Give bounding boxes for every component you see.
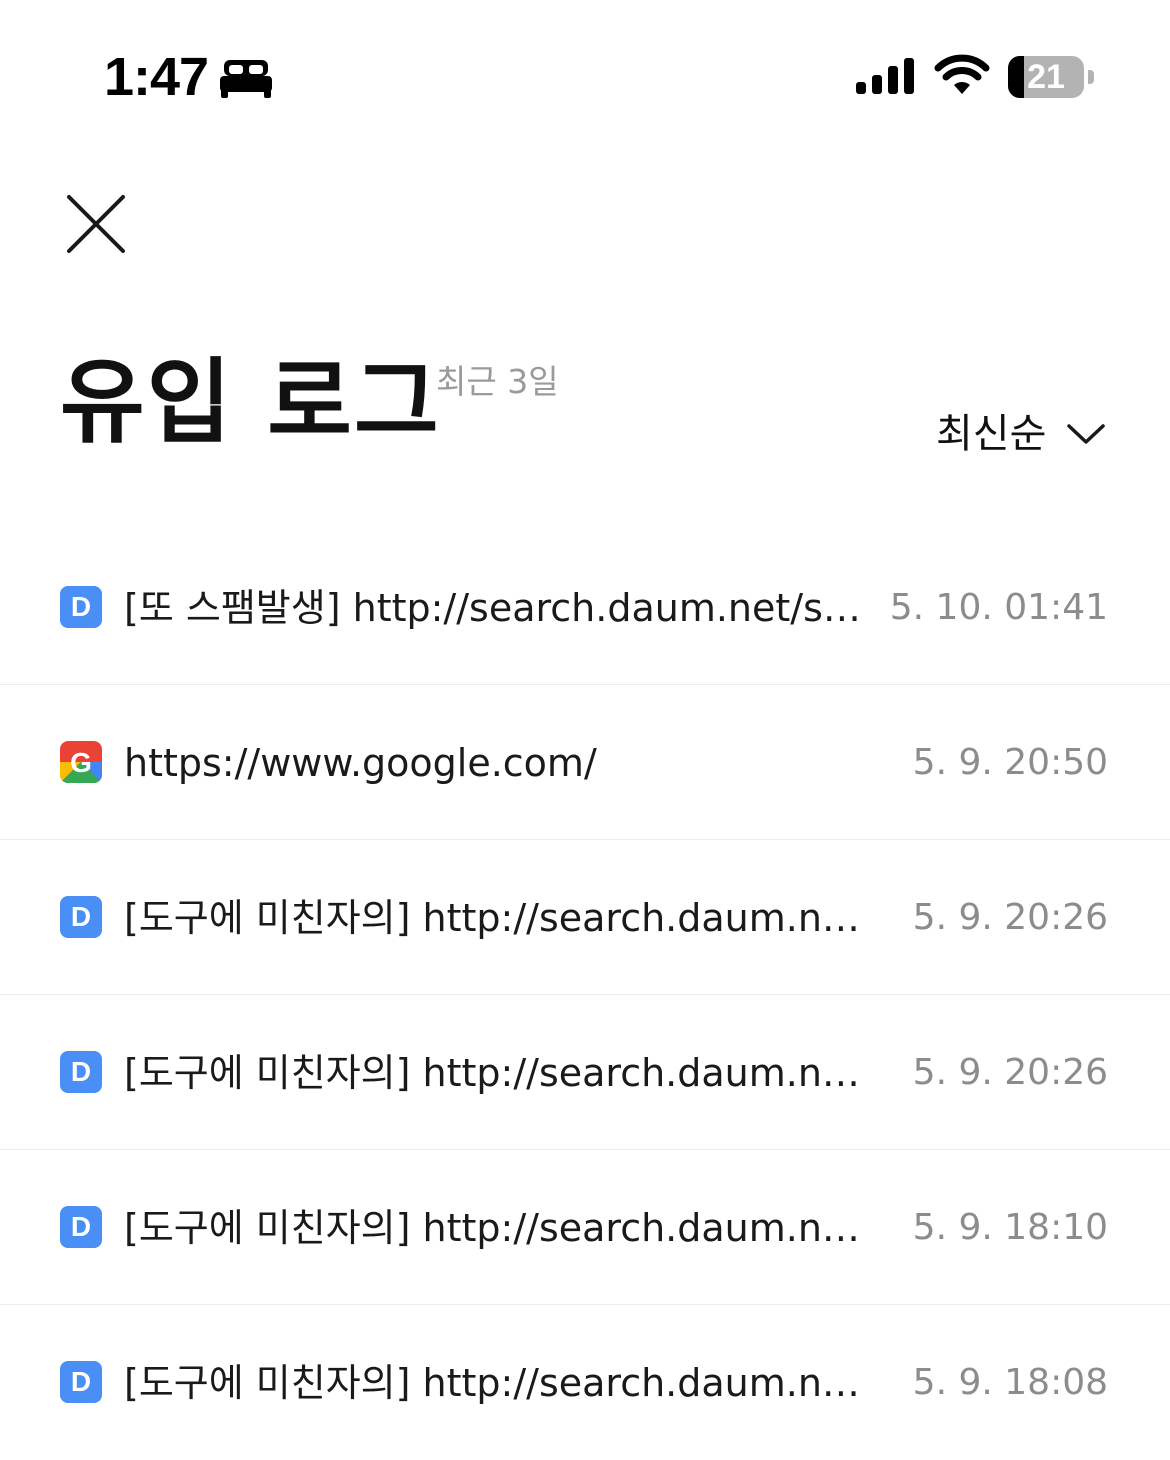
daum-favicon-icon: D: [60, 1051, 102, 1093]
google-favicon-icon: G: [60, 741, 102, 783]
daum-favicon-icon: D: [60, 896, 102, 938]
log-referrer-text: [도구에 미친자의] http://search.daum.net/search…: [124, 1206, 876, 1250]
daum-favicon-icon: D: [60, 586, 102, 628]
favicon-letter: D: [70, 1366, 92, 1397]
battery-indicator: 21: [1008, 56, 1094, 98]
title-subtitle: 최근 3일: [436, 362, 559, 401]
favicon-letter: D: [70, 591, 92, 622]
favicon-letter: D: [70, 1211, 92, 1242]
status-bar: 1:47 21: [0, 0, 1170, 150]
favicon-letter: D: [70, 901, 92, 932]
log-referrer-text: https://www.google.com/: [124, 741, 597, 785]
sort-label: 최신순: [936, 411, 1047, 457]
log-list: D [또 스팸발생] http://search.daum.net/search…: [0, 530, 1170, 1460]
cellular-signal-icon: [856, 58, 914, 94]
log-timestamp: 5. 9. 18:10: [912, 1207, 1108, 1248]
wifi-icon: [934, 54, 990, 94]
log-item[interactable]: D [도구에 미친자의] http://search.daum.net/sear…: [0, 840, 1170, 995]
favicon-letter: D: [70, 1056, 92, 1087]
status-time: 1:47: [104, 47, 209, 107]
daum-favicon-icon: D: [60, 1361, 102, 1403]
log-referrer-text: [도구에 미친자의] http://search.daum.net/search…: [124, 896, 876, 940]
log-referrer-text: [또 스팸발생] http://search.daum.net/search?w…: [124, 586, 876, 630]
log-item[interactable]: D [도구에 미친자의] http://search.daum.net/sear…: [0, 1150, 1170, 1305]
bed-icon: [220, 60, 272, 98]
page-title: 유입 로그: [60, 349, 441, 456]
log-timestamp: 5. 10. 01:41: [889, 587, 1108, 628]
battery-cap: [1088, 70, 1094, 84]
battery-level: 21: [1027, 58, 1065, 96]
log-item[interactable]: D [또 스팸발생] http://search.daum.net/search…: [0, 530, 1170, 685]
favicon-letter: G: [70, 747, 92, 778]
log-item[interactable]: D [도구에 미친자의] http://search.daum.net/sear…: [0, 995, 1170, 1150]
log-timestamp: 5. 9. 20:26: [912, 897, 1108, 938]
battery-body: 21: [1008, 56, 1084, 98]
log-timestamp: 5. 9. 18:08: [912, 1362, 1108, 1403]
log-referrer-text: [도구에 미친자의] http://search.daum.net/search…: [124, 1051, 876, 1095]
close-icon[interactable]: [56, 184, 136, 264]
log-timestamp: 5. 9. 20:26: [912, 1052, 1108, 1093]
log-timestamp: 5. 9. 20:50: [912, 742, 1108, 783]
log-item[interactable]: D [도구에 미친자의] http://search.daum.net/sear…: [0, 1305, 1170, 1460]
log-item[interactable]: G https://www.google.com/5. 9. 20:50: [0, 685, 1170, 840]
daum-favicon-icon: D: [60, 1206, 102, 1248]
log-referrer-text: [도구에 미친자의] http://search.daum.net/search…: [124, 1361, 876, 1405]
sort-dropdown[interactable]: 최신순: [936, 404, 1106, 464]
chevron-down-icon: [1067, 424, 1106, 444]
